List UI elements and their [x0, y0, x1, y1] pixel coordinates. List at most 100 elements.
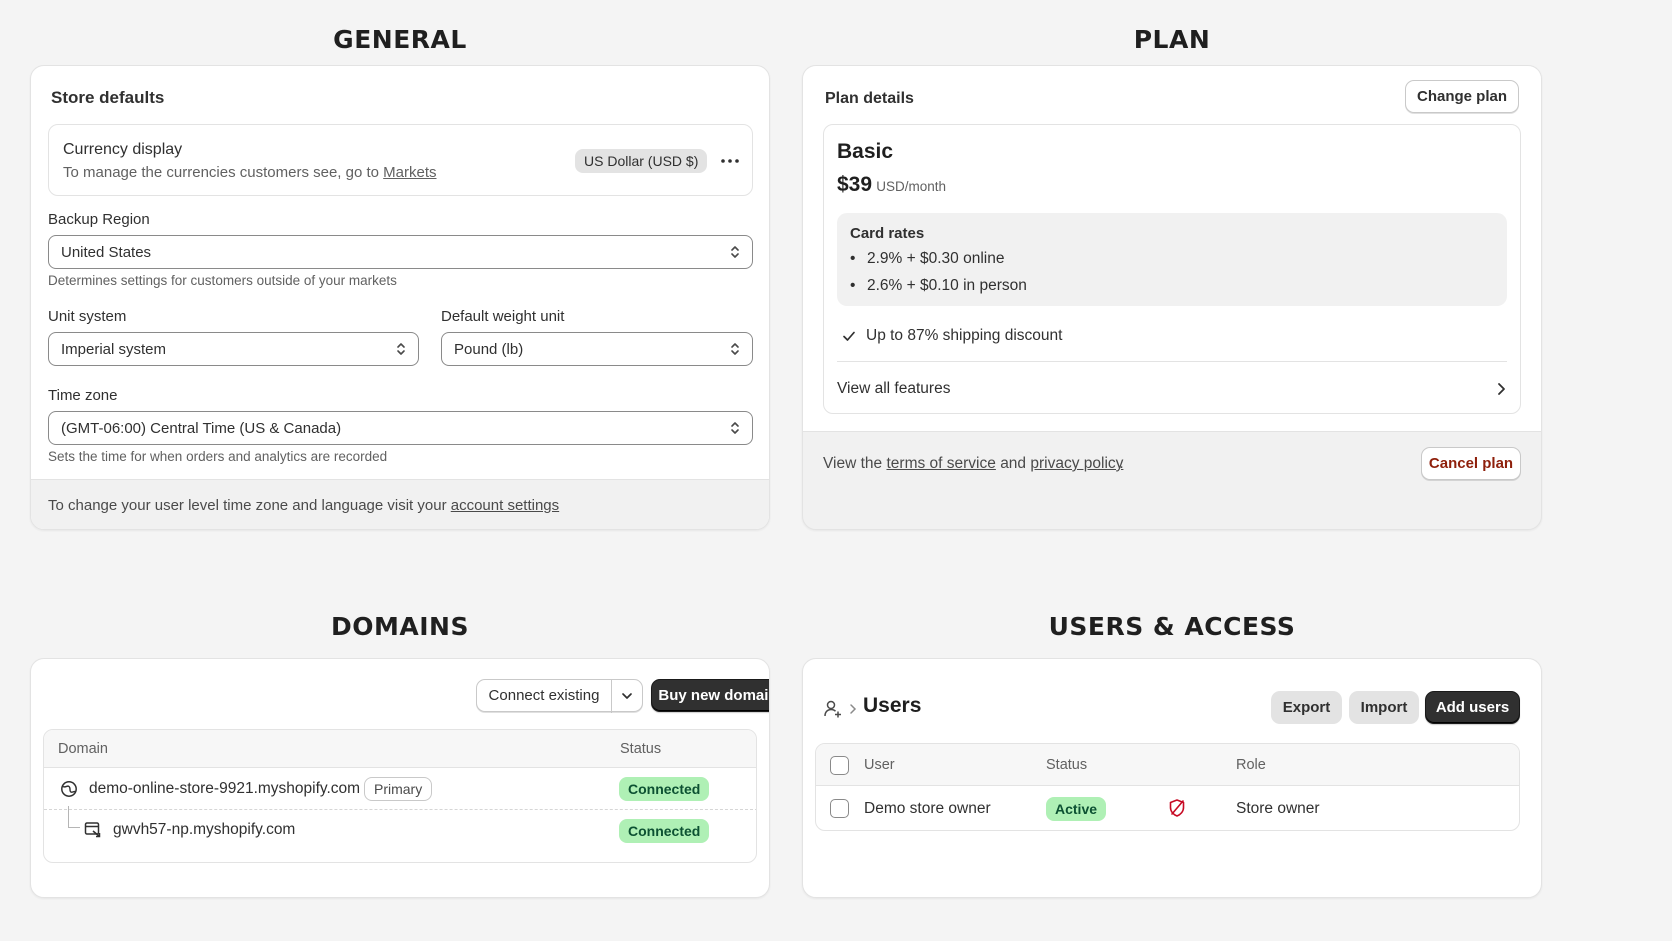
primary-tag: Primary [364, 777, 433, 801]
view-all-features-link[interactable]: View all features [837, 371, 1507, 407]
shipping-row: Up to 87% shipping discount [842, 327, 1062, 345]
backup-region-help: Determines settings for customers outsid… [48, 273, 397, 288]
status-badge: Active [1046, 797, 1107, 821]
export-button[interactable]: Export [1271, 691, 1342, 724]
status-badge: Connected [619, 777, 710, 801]
weight-unit-label: Default weight unit [441, 308, 565, 325]
tree-connector [68, 806, 80, 828]
account-settings-link[interactable]: account settings [451, 497, 559, 514]
card-title: Store defaults [51, 88, 165, 107]
markets-link[interactable]: Markets [383, 164, 436, 181]
globe-icon [61, 781, 77, 797]
plan-price-row: $39 USD/month [837, 173, 946, 197]
table-row[interactable]: demo-online-store-9921.myshopify.com Pri… [44, 768, 756, 810]
privacy-policy-link[interactable]: privacy policy [1030, 455, 1123, 472]
section-title-users: USERS & ACCESS [1048, 612, 1296, 641]
checkmark-icon [843, 331, 855, 341]
rate-item: • 2.9% + $0.30 online [850, 250, 1005, 267]
general-footer-text: To change your user level time zone and … [48, 497, 559, 514]
user-role: Store owner [1236, 800, 1320, 817]
time-zone-value: (GMT-06:00) Central Time (US & Canada) [61, 419, 342, 437]
users-table: User Status Role Demo store owner Active… [815, 743, 1520, 831]
domain-name: gwvh57-np.myshopify.com [113, 821, 296, 838]
section-title-plan: PLAN [1133, 25, 1211, 54]
time-zone-select[interactable]: (GMT-06:00) Central Time (US & Canada) [48, 411, 753, 445]
users-card: Users Export Import Add users User Statu… [802, 658, 1542, 898]
row-checkbox[interactable] [830, 799, 849, 818]
rate-text: 2.9% + $0.30 online [867, 250, 1005, 267]
currency-desc: To manage the currencies customers see, … [63, 164, 437, 181]
buy-new-domain-button[interactable]: Buy new domain [651, 679, 769, 712]
time-zone-help: Sets the time for when orders and analyt… [48, 449, 388, 464]
select-chevron-icon [731, 246, 739, 258]
backup-region-select[interactable]: United States [48, 235, 753, 269]
backup-region-value: United States [61, 243, 152, 261]
store-defaults-card: Store defaults Currency display To manag… [30, 65, 770, 530]
redirect-icon [84, 822, 101, 838]
header-status: Status [620, 741, 662, 757]
domains-table: Domain Status demo-online-store-9921.mys… [43, 729, 757, 863]
currency-desc-text: To manage the currencies customers see, … [63, 164, 379, 181]
user-name: Demo store owner [864, 800, 991, 817]
select-chevron-icon [731, 422, 739, 434]
section-title-domains: DOMAINS [331, 612, 469, 641]
change-plan-button[interactable]: Change plan [1405, 80, 1519, 113]
weight-unit-value: Pound (lb) [454, 340, 524, 358]
domains-table-header: Domain Status [44, 730, 756, 768]
currency-title: Currency display [63, 141, 183, 158]
plan-footer-prefix: View the [823, 455, 883, 472]
chevron-right-icon [1498, 383, 1505, 395]
select-chevron-icon [731, 343, 739, 355]
import-button[interactable]: Import [1349, 691, 1419, 724]
rate-text: 2.6% + $0.10 in person [867, 277, 1027, 294]
table-row[interactable]: gwvh57-np.myshopify.com Connected [44, 806, 756, 852]
unit-system-label: Unit system [48, 308, 127, 325]
plan-footer-and: and [1000, 455, 1027, 472]
breadcrumb-chevron-icon [850, 704, 857, 714]
currency-display-box: Currency display To manage the currencie… [48, 124, 753, 196]
select-chevron-icon [397, 343, 405, 355]
plan-period: USD/month [876, 179, 946, 194]
connect-options-button[interactable] [611, 679, 643, 712]
shipping-text: Up to 87% shipping discount [866, 327, 1063, 344]
plan-name: Basic [837, 140, 894, 163]
select-all-checkbox[interactable] [830, 756, 849, 775]
domains-card: Connect existing Buy new domain Domain S… [30, 658, 770, 898]
weight-unit-select[interactable]: Pound (lb) [441, 332, 753, 366]
plan-card-title: Plan details [825, 90, 914, 107]
users-table-header: User Status Role [816, 744, 1519, 786]
add-users-button[interactable]: Add users [1425, 691, 1520, 724]
shield-off-icon [1169, 799, 1185, 817]
view-features-text: View all features [837, 380, 951, 397]
users-title: Users [863, 694, 922, 717]
connect-existing-button[interactable]: Connect existing [476, 679, 612, 712]
chevron-down-icon [622, 692, 632, 699]
plan-price: $39 [837, 173, 873, 196]
connect-existing-label: Connect existing [488, 687, 600, 704]
unit-system-value: Imperial system [61, 340, 167, 358]
plan-card: Plan details Change plan Basic $39 USD/m… [802, 65, 1542, 530]
header-role: Role [1236, 757, 1266, 773]
plan-footer-suffix: . [1119, 455, 1124, 472]
header-domain: Domain [58, 741, 108, 757]
users-icon [824, 700, 841, 718]
cancel-plan-button[interactable]: Cancel plan [1421, 447, 1521, 480]
currency-badge: US Dollar (USD $) [575, 149, 708, 173]
header-status: Status [1046, 757, 1088, 773]
backup-region-label: Backup Region [48, 211, 150, 228]
status-badge: Connected [619, 819, 710, 843]
unit-system-select[interactable]: Imperial system [48, 332, 419, 366]
terms-of-service-link[interactable]: terms of service [886, 455, 995, 472]
plan-footer-text: View the terms of service and privacy po… [823, 455, 1124, 473]
more-horizontal-icon[interactable] [719, 151, 741, 171]
domain-name: demo-online-store-9921.myshopify.com [89, 780, 361, 797]
plan-box: Basic $39 USD/month Card rates • 2.9% + $… [823, 124, 1521, 414]
card-rates-title: Card rates [850, 225, 925, 242]
table-row[interactable]: Demo store owner Active Store owner [816, 786, 1519, 830]
card-rates-box: Card rates • 2.9% + $0.30 online • 2.6% + … [837, 213, 1507, 306]
general-footer: To change your user level time zone and … [31, 479, 769, 529]
header-user: User [864, 757, 895, 773]
rate-item: • 2.6% + $0.10 in person [850, 277, 1027, 294]
section-title-general: GENERAL [333, 25, 467, 54]
time-zone-label: Time zone [48, 387, 118, 404]
